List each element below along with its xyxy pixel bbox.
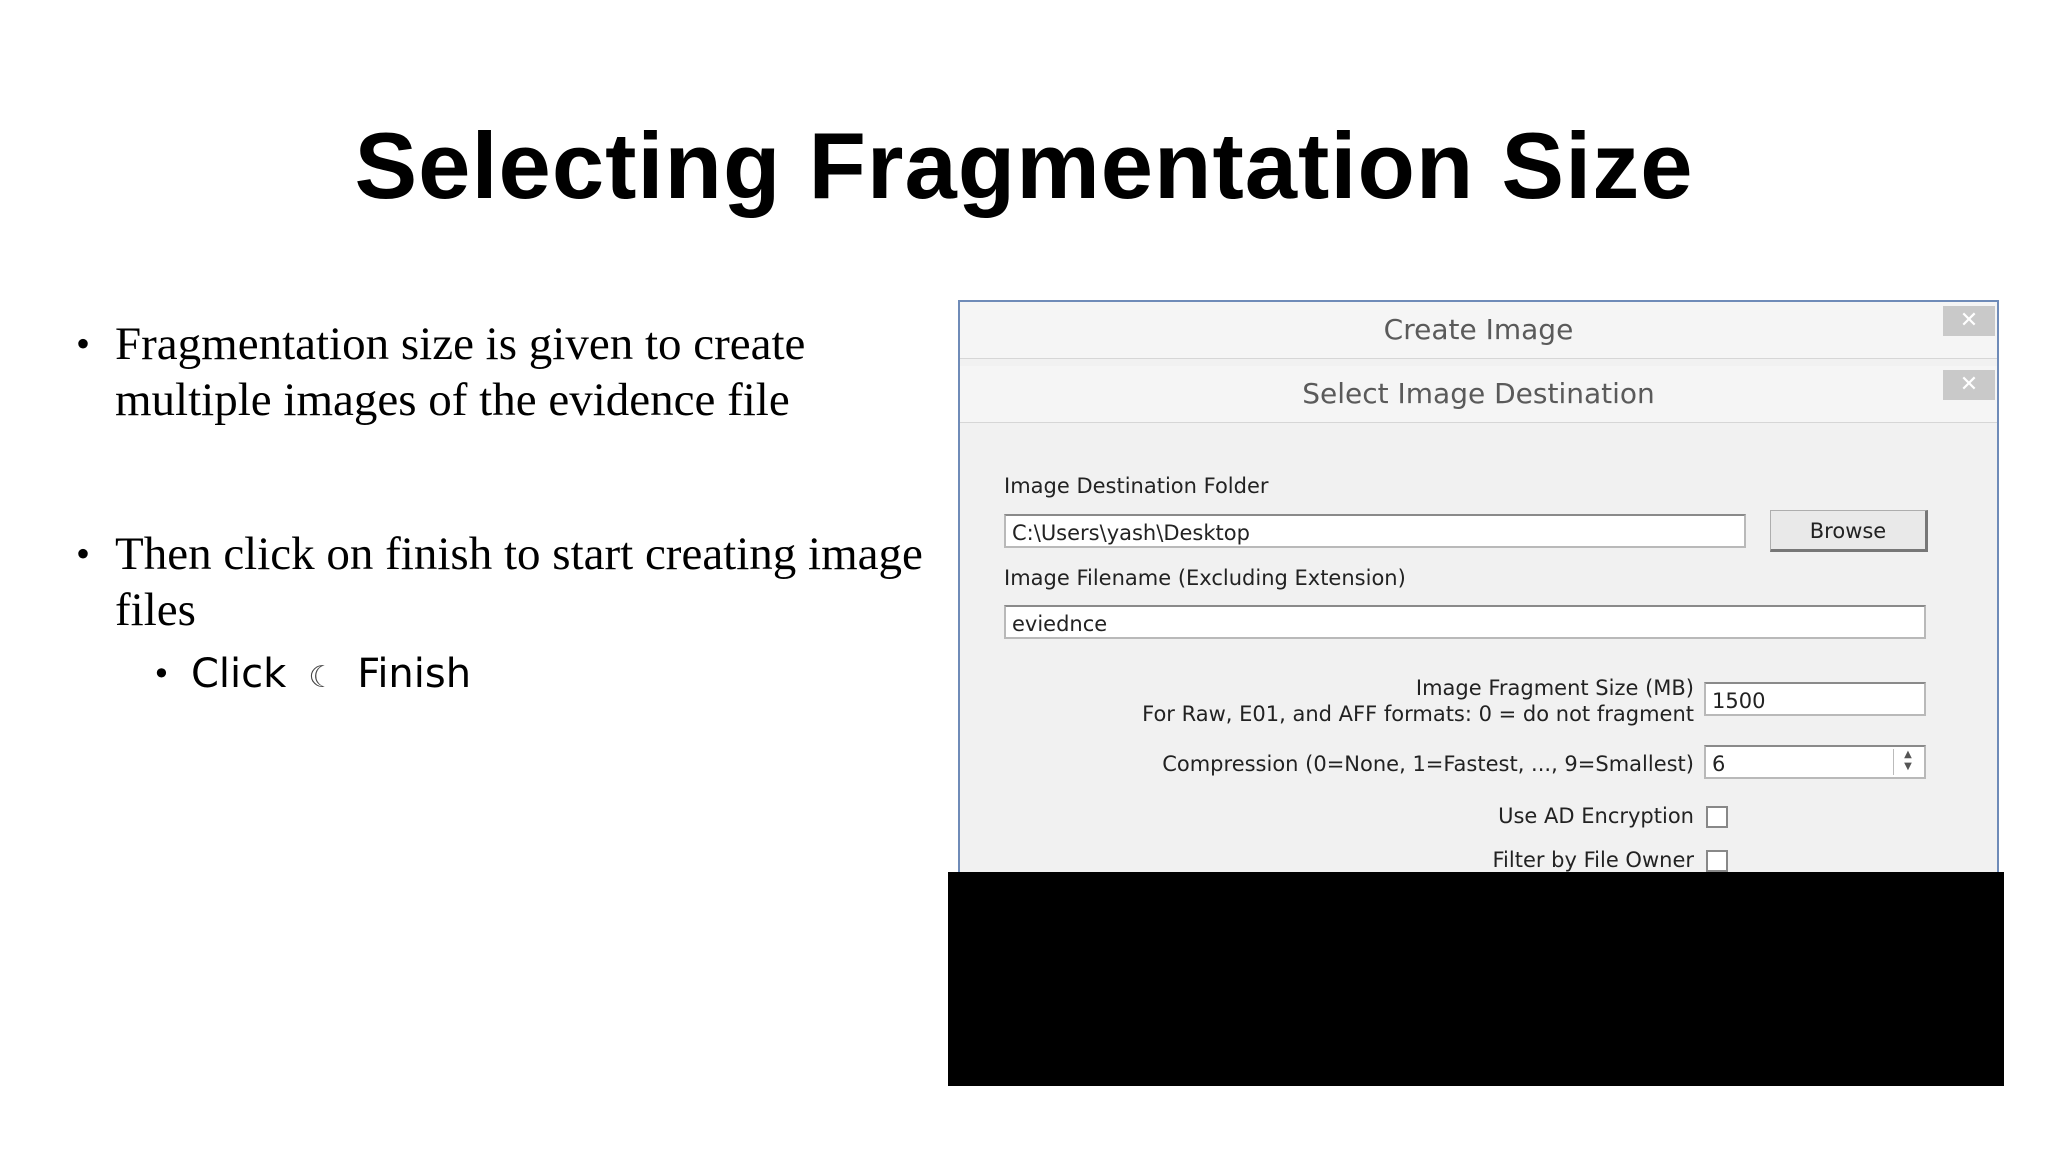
dialog-screenshot: Create Image ✕ Select Image Destination … — [958, 300, 1999, 878]
destination-label: Image Destination Folder — [1004, 474, 1269, 498]
filename-label: Image Filename (Excluding Extension) — [1004, 566, 1406, 590]
destination-folder-input[interactable]: C:\Users\yash\Desktop — [1004, 514, 1746, 548]
redaction-block — [948, 872, 2004, 1086]
inner-window-title: Select Image Destination — [1302, 377, 1655, 410]
outer-titlebar: Create Image ✕ — [960, 302, 1997, 359]
bullet-dot-icon: • — [76, 531, 91, 576]
arrow-icon: ☾ — [308, 660, 336, 695]
bullet-dot-icon: • — [76, 321, 91, 366]
encryption-label: Use AD Encryption — [1498, 804, 1694, 828]
fragment-size-label: Image Fragment Size (MB) — [1415, 676, 1694, 700]
fragment-size-input[interactable]: 1500 — [1704, 682, 1926, 716]
filter-owner-checkbox[interactable] — [1706, 850, 1728, 872]
sub-bullet-suffix: Finish — [357, 651, 472, 697]
bullet-list: • Fragmentation size is given to create … — [76, 316, 936, 706]
sub-bullet-prefix: Click — [191, 651, 287, 697]
close-icon[interactable]: ✕ — [1943, 306, 1995, 336]
compression-value: 6 — [1712, 752, 1726, 776]
inner-titlebar: Select Image Destination ✕ — [960, 366, 1997, 423]
bullet-text: Then click on finish to start creating i… — [115, 528, 923, 636]
fragment-size-note: For Raw, E01, and AFF formats: 0 = do no… — [1142, 702, 1694, 726]
bullet-item: • Then click on finish to start creating… — [76, 526, 936, 638]
bullet-dot-icon: • — [152, 655, 171, 693]
compression-stepper[interactable]: 6 ▲ ▼ — [1704, 745, 1926, 779]
compression-label: Compression (0=None, 1=Fastest, ..., 9=S… — [1162, 752, 1694, 776]
outer-window-title: Create Image — [1383, 313, 1574, 346]
filter-owner-label: Filter by File Owner — [1492, 848, 1695, 872]
browse-button[interactable]: Browse — [1770, 510, 1928, 552]
bullet-item: • Fragmentation size is given to create … — [76, 316, 936, 428]
image-filename-input[interactable]: eviednce — [1004, 605, 1926, 639]
close-icon[interactable]: ✕ — [1943, 370, 1995, 400]
encryption-checkbox[interactable] — [1706, 806, 1728, 828]
bullet-text: Fragmentation size is given to create mu… — [115, 318, 806, 426]
slide-title: Selecting Fragmentation Size — [354, 113, 1694, 218]
sub-bullet-item: • Click ☾ Finish — [152, 646, 936, 706]
spinner-arrows-icon[interactable]: ▲ ▼ — [1893, 749, 1922, 775]
